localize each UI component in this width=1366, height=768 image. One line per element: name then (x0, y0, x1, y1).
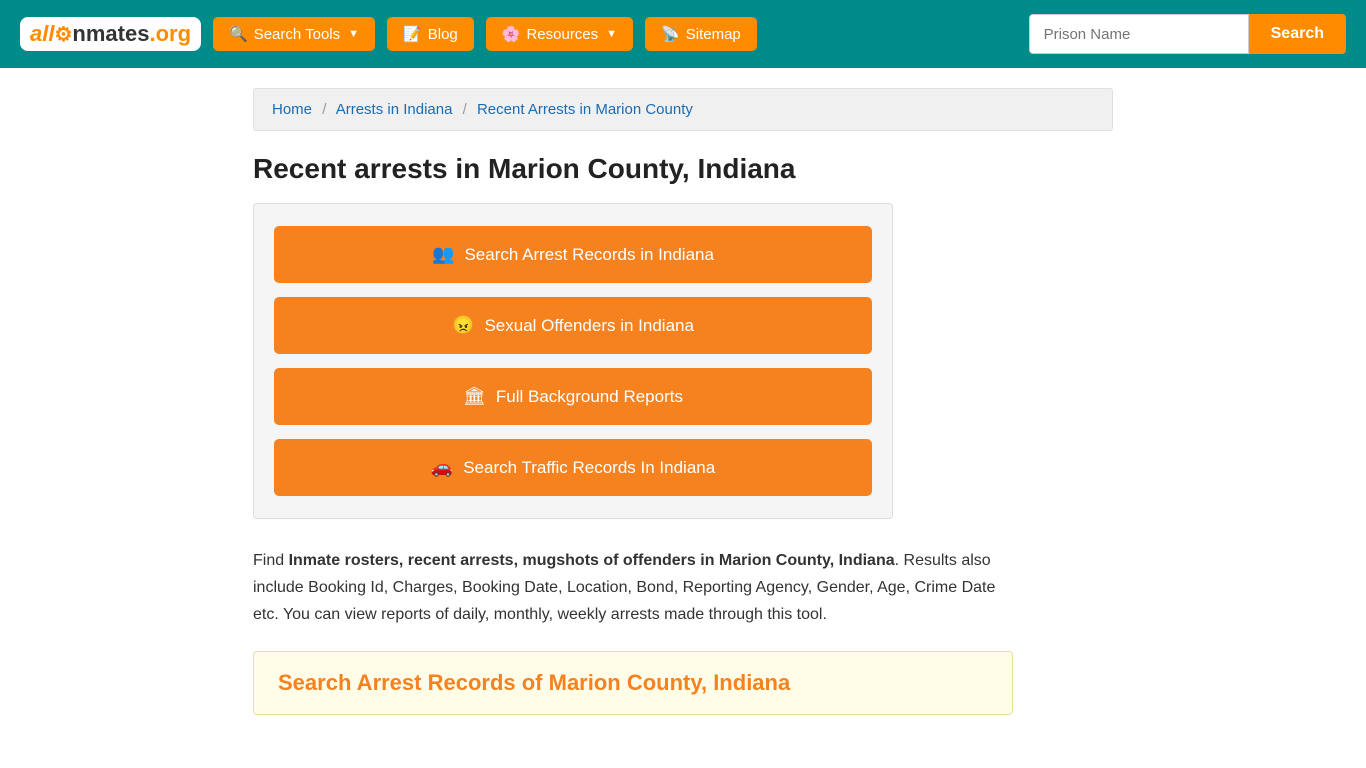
header-search-bar: Search (1029, 14, 1346, 54)
full-background-reports-button[interactable]: 🏛 Full Background Reports (274, 368, 872, 425)
action-buttons-box: 👥 Search Arrest Records in Indiana 😠 Sex… (253, 203, 893, 519)
blog-icon: 📝 (403, 25, 422, 43)
sexual-offenders-button[interactable]: 😠 Sexual Offenders in Indiana (274, 297, 872, 354)
main-content: Home / Arrests in Indiana / Recent Arres… (233, 68, 1133, 735)
sexual-offenders-label: Sexual Offenders in Indiana (484, 316, 694, 336)
breadcrumb: Home / Arrests in Indiana / Recent Arres… (253, 88, 1113, 131)
search-tools-label: Search Tools (254, 26, 340, 43)
header-search-button[interactable]: Search (1249, 14, 1346, 54)
description-bold: Inmate rosters, recent arrests, mugshots… (289, 552, 895, 569)
sitemap-icon: 📡 (661, 25, 680, 43)
description-text: Find Inmate rosters, recent arrests, mug… (253, 547, 1013, 629)
description-prefix: Find (253, 552, 289, 569)
bottom-search-box: Search Arrest Records of Marion County, … (253, 651, 1013, 715)
breadcrumb-arrests[interactable]: Arrests in Indiana (336, 101, 453, 118)
resources-button[interactable]: 🌸 Resources ▼ (486, 17, 633, 51)
blog-button[interactable]: 📝 Blog (387, 17, 474, 51)
breadcrumb-separator-2: / (463, 101, 467, 118)
search-tools-button[interactable]: 🔍 Search Tools ▼ (213, 17, 375, 51)
search-tools-icon: 🔍 (229, 25, 248, 43)
building-icon: 🏛 (463, 386, 486, 407)
offender-icon: 😠 (452, 315, 474, 336)
sitemap-button[interactable]: 📡 Sitemap (645, 17, 757, 51)
breadcrumb-home[interactable]: Home (272, 101, 312, 118)
traffic-records-label: Search Traffic Records In Indiana (463, 458, 715, 478)
site-logo[interactable]: all⚙nmates.org (20, 17, 201, 51)
page-title: Recent arrests in Marion County, Indiana (253, 153, 1113, 185)
search-tools-arrow-icon: ▼ (348, 28, 359, 40)
breadcrumb-current: Recent Arrests in Marion County (477, 101, 693, 118)
traffic-records-button[interactable]: 🚗 Search Traffic Records In Indiana (274, 439, 872, 496)
blog-label: Blog (428, 26, 458, 43)
search-arrest-records-button[interactable]: 👥 Search Arrest Records in Indiana (274, 226, 872, 283)
header: all⚙nmates.org 🔍 Search Tools ▼ 📝 Blog 🌸… (0, 0, 1366, 68)
full-background-reports-label: Full Background Reports (496, 387, 683, 407)
people-icon: 👥 (432, 244, 454, 265)
sitemap-label: Sitemap (686, 26, 741, 43)
search-arrest-records-label: Search Arrest Records in Indiana (464, 245, 713, 265)
breadcrumb-separator-1: / (322, 101, 326, 118)
bottom-search-title: Search Arrest Records of Marion County, … (278, 670, 988, 696)
resources-arrow-icon: ▼ (606, 28, 617, 40)
car-icon: 🚗 (431, 457, 453, 478)
header-search-label: Search (1271, 25, 1324, 42)
resources-label: Resources (526, 26, 598, 43)
resources-icon: 🌸 (502, 25, 521, 43)
prison-name-input[interactable] (1029, 14, 1249, 54)
